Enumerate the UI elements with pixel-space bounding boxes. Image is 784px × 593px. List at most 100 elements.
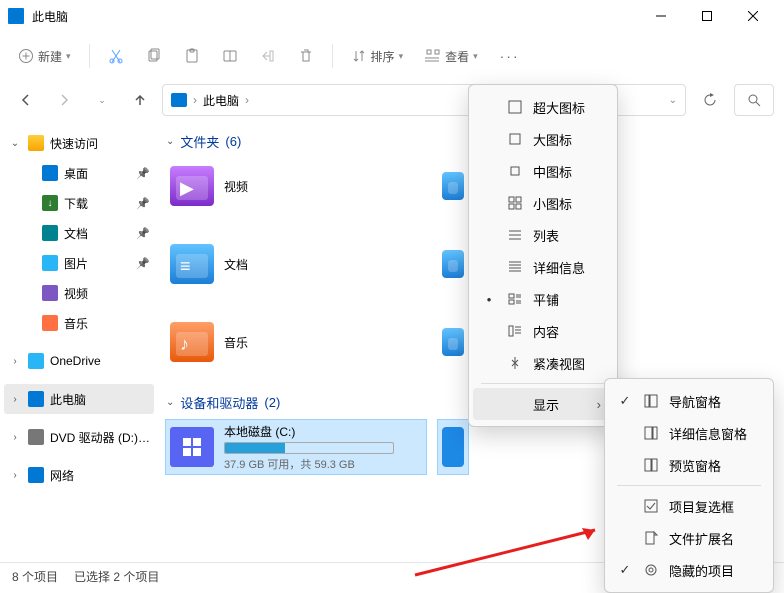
sidebar-item[interactable]: › 网络 [4,460,154,490]
chevron-down-icon: ▾ [66,51,71,62]
back-button[interactable] [10,84,42,116]
menu-item[interactable]: 大图标 [473,123,613,155]
menu-item[interactable]: 预览窗格 [609,449,769,481]
group-title: 设备和驱动器 [180,393,258,412]
folder-tile[interactable] [438,159,468,213]
sidebar-item-icon [28,467,44,483]
pin-icon: 📌 [136,167,150,180]
sidebar-item-label: DVD 驱动器 (D:) CP [50,429,150,446]
check-icon: ✓ [617,393,633,409]
sidebar-item[interactable]: 图片📌 [4,248,154,278]
menu-item[interactable]: 紧凑视图 [473,347,613,379]
menu-item-label: 紧凑视图 [533,354,601,373]
sidebar-item[interactable]: 文档📌 [4,218,154,248]
folder-name: 音乐 [224,334,422,351]
share-button[interactable] [252,38,284,74]
sidebar-item-label: 快速访问 [50,135,150,152]
maximize-button[interactable] [684,0,730,32]
breadcrumb-item[interactable]: 此电脑 [203,92,239,109]
menu-item[interactable]: • 平铺 [473,283,613,315]
expand-chevron-icon: › [8,470,22,481]
sidebar-item[interactable]: ›OneDrive [4,346,154,376]
sidebar-item[interactable]: ›DVD 驱动器 (D:) CP [4,422,154,452]
chevron-right-icon: › [597,397,601,412]
menu-item[interactable]: 详细信息窗格 [609,417,769,449]
window-title: 此电脑 [32,8,638,25]
menu-item-label: 显示 [533,395,587,414]
sidebar-item[interactable]: 音乐 [4,308,154,338]
sidebar-item[interactable]: › 此电脑 [4,384,154,414]
more-button[interactable]: ··· [492,38,528,74]
sidebar-item[interactable]: 桌面📌 [4,158,154,188]
chevron-down-icon: ▾ [473,51,478,62]
navigation-row: ⌄ › 此电脑 › ⌄ [0,80,784,120]
menu-item-label: 中图标 [533,162,601,181]
search-input[interactable] [734,84,774,116]
paste-button[interactable] [176,38,208,74]
forward-button[interactable] [48,84,80,116]
delete-button[interactable] [290,38,322,74]
view-menu[interactable]: 超大图标 大图标 中图标 小图标 列表 详细信息• 平铺 内容 紧凑视图 显示 … [468,84,618,427]
menu-item[interactable]: 超大图标 [473,91,613,123]
close-button[interactable] [730,0,776,32]
view-label: 查看 [445,48,469,65]
breadcrumb-sep: › [245,93,249,107]
minimize-button[interactable] [638,0,684,32]
menu-item[interactable]: 项目复选框 [609,490,769,522]
view-mode-icon [507,195,523,211]
folder-tile[interactable] [438,237,468,291]
drive-tile[interactable]: 本地磁盘 (C:) 37.9 GB 可用，共 59.3 GB [166,420,426,474]
rename-button[interactable] [214,38,246,74]
cut-button[interactable] [100,38,132,74]
sidebar-item-icon [28,429,44,445]
sidebar-item[interactable]: 视频 [4,278,154,308]
view-mode-icon [507,291,523,307]
view-mode-icon [507,355,523,371]
folder-tile[interactable]: ▶ 视频 [166,159,426,213]
menu-item-show[interactable]: 显示 › [473,388,613,420]
sidebar-item[interactable]: ↓下载📌 [4,188,154,218]
sidebar-item-label: 此电脑 [50,391,150,408]
menu-item[interactable]: ✓ 隐藏的项目 [609,554,769,586]
menu-item[interactable]: 内容 [473,315,613,347]
menu-item-label: 列表 [533,226,601,245]
pc-icon [171,93,187,107]
folder-tile[interactable]: ♪ 音乐 [166,315,426,369]
up-button[interactable] [124,84,156,116]
submenu-icon [643,393,659,409]
menu-item[interactable]: 详细信息 [473,251,613,283]
menu-item-label: 项目复选框 [669,497,757,516]
drive-tile[interactable] [438,420,468,474]
chevron-down-icon[interactable]: ⌄ [669,95,677,106]
submenu-icon [643,457,659,473]
menu-item[interactable]: 中图标 [473,155,613,187]
expand-chevron-icon: › [8,394,22,405]
chevron-down-icon: ▾ [399,51,404,62]
new-button[interactable]: 新建 ▾ [10,38,79,74]
menu-item-label: 预览窗格 [669,456,757,475]
menu-item[interactable]: 列表 [473,219,613,251]
folder-icon [442,328,464,356]
sidebar-item-label: 网络 [50,467,150,484]
recent-button[interactable]: ⌄ [86,84,118,116]
folder-tile[interactable] [438,315,468,369]
menu-item[interactable]: 文件扩展名 [609,522,769,554]
view-button[interactable]: 查看 ▾ [417,38,486,74]
sidebar-item[interactable]: ⌄快速访问 [4,128,154,158]
sidebar-item-icon [28,391,44,407]
folder-tile[interactable]: ≡ 文档 [166,237,426,291]
show-submenu[interactable]: ✓ 导航窗格 详细信息窗格 预览窗格 项目复选框 文件扩展名✓ 隐藏的项目 [604,378,774,593]
menu-item[interactable]: 小图标 [473,187,613,219]
navigation-pane[interactable]: ⌄快速访问 桌面📌 ↓下载📌 文档📌 图片📌 视频 音乐›OneDrive›此电… [0,120,158,562]
sort-button[interactable]: 排序 ▾ [343,38,412,74]
menu-item[interactable]: ✓ 导航窗格 [609,385,769,417]
menu-separator [617,485,761,486]
copy-button[interactable] [138,38,170,74]
expand-chevron-icon: › [8,356,22,367]
menu-item-label: 导航窗格 [669,392,757,411]
group-count: (2) [264,395,280,410]
menu-item-label: 平铺 [533,290,601,309]
refresh-button[interactable] [692,84,728,116]
folder-icon: ▶ [170,166,214,206]
separator [332,44,333,68]
